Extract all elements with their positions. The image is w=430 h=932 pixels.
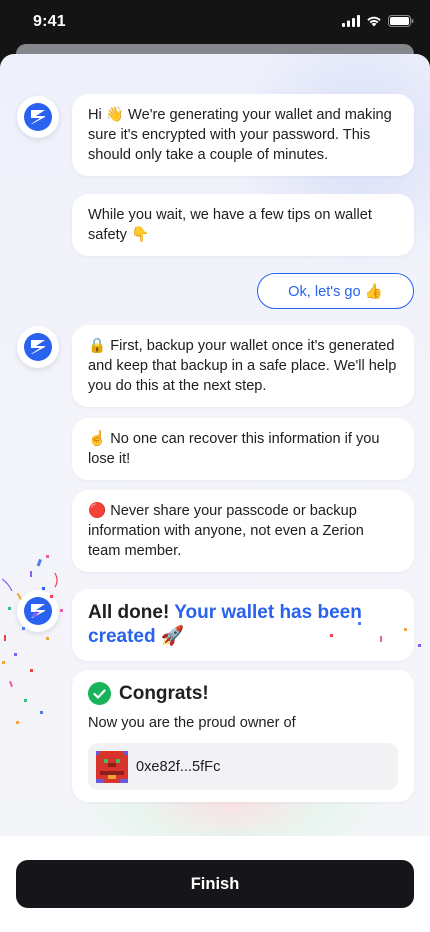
zerion-logo-icon xyxy=(24,333,52,361)
congrats-subtitle: Now you are the proud owner of xyxy=(88,715,296,731)
signal-icon xyxy=(342,15,360,27)
chat-bubble-recover-tip: ☝️ No one can recover this information i… xyxy=(72,418,414,480)
done-prefix: All done! xyxy=(88,602,170,623)
status-time: 9:41 xyxy=(33,13,66,30)
congrats-title: Congrats! xyxy=(119,682,209,704)
chat-bubble-share-tip: 🔴 Never share your passcode or backup in… xyxy=(72,490,414,572)
wallet-address: 0xe82f...5fFc xyxy=(136,758,221,775)
ok-lets-go-button[interactable]: Ok, let's go 👍 xyxy=(257,273,414,309)
congrats-card: Congrats! Now you are the proud owner of… xyxy=(72,670,414,802)
battery-icon xyxy=(388,15,414,27)
confetti-decoration-right xyxy=(330,622,421,647)
finish-button[interactable]: Finish xyxy=(16,860,414,908)
zerion-avatar xyxy=(17,326,59,368)
zerion-logo-icon xyxy=(24,103,52,131)
chat-bubble-intro: Hi 👋 We're generating your wallet and ma… xyxy=(72,94,414,176)
status-bar: 9:41 xyxy=(0,0,430,44)
chat-bubble-tips: While you wait, we have a few tips on wa… xyxy=(72,194,414,256)
wifi-icon xyxy=(367,16,381,27)
congrats-header: Congrats! xyxy=(88,682,398,705)
check-circle-icon xyxy=(88,682,111,705)
confetti-decoration xyxy=(1,555,63,724)
wallet-creation-sheet: Hi 👋 We're generating your wallet and ma… xyxy=(0,54,430,932)
footer: Finish xyxy=(0,836,430,932)
status-icons xyxy=(342,15,414,27)
chat-bubble-backup-tip: 🔒 First, backup your wallet once it's ge… xyxy=(72,325,414,407)
zerion-avatar xyxy=(17,96,59,138)
wallet-avatar-icon xyxy=(96,750,128,783)
wallet-row[interactable]: 0xe82f...5fFc xyxy=(88,743,398,790)
